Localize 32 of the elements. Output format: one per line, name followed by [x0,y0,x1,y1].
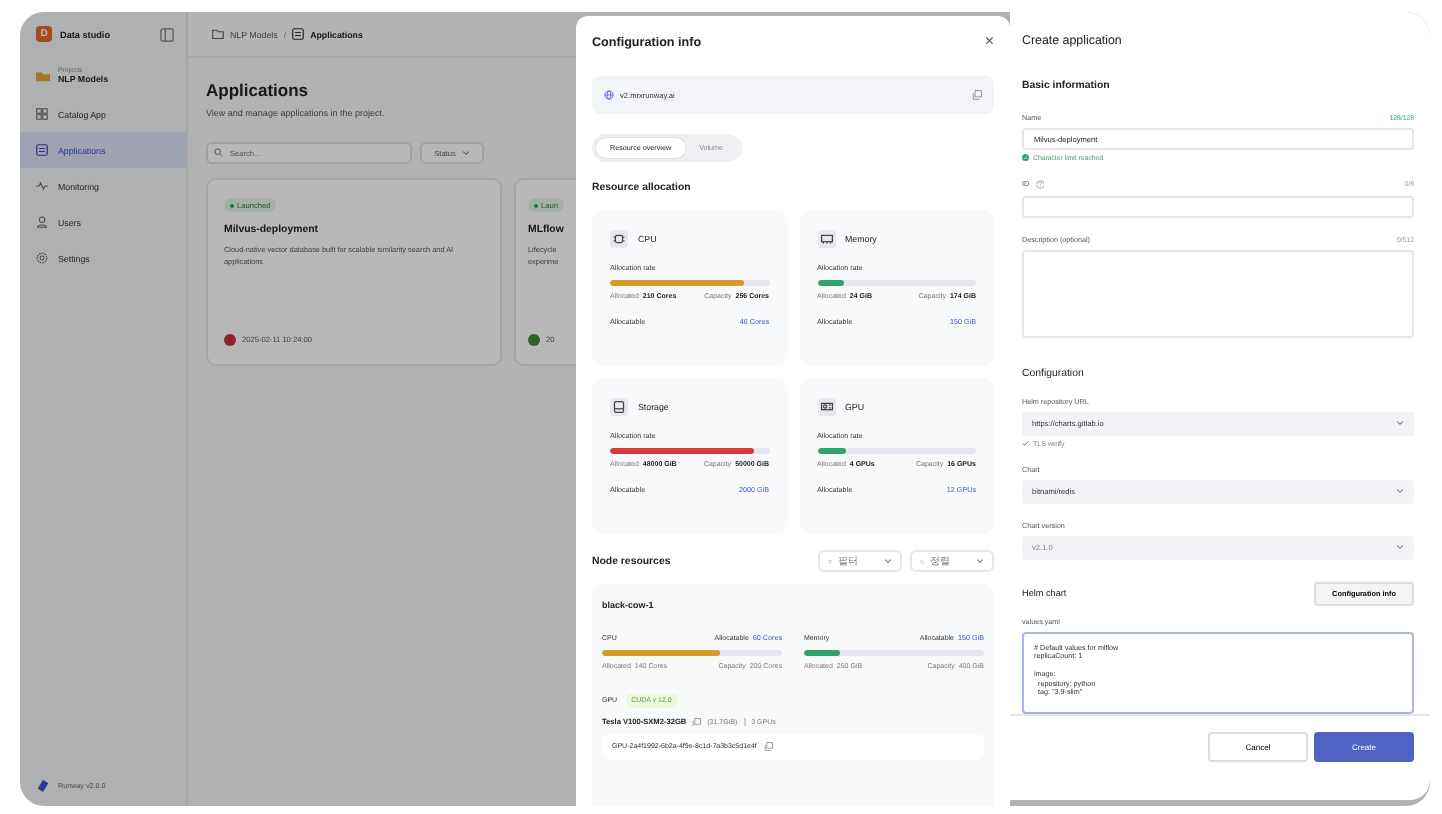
folder-icon [36,69,50,81]
user-icon [36,216,48,228]
settings-icon [36,252,48,264]
chevron-down-icon [1396,488,1404,494]
drive-icon [610,398,628,416]
copy-icon[interactable] [764,742,774,751]
description-field[interactable] [1022,249,1414,337]
copy-icon[interactable] [972,90,982,100]
memory-icon [817,230,835,248]
globe-icon [604,90,614,100]
window-icon [292,28,305,40]
gpu-icon [817,398,835,416]
pulse-icon [36,180,48,192]
search-icon [214,148,223,158]
window-icon [36,144,48,156]
chevron-down-icon [976,558,984,564]
folder-icon [212,28,224,40]
sidebar-toggle-icon[interactable] [160,27,174,41]
close-button[interactable]: × [984,34,994,50]
check-icon[interactable] [1022,439,1029,447]
help-icon[interactable] [1035,180,1045,189]
chevron-down-icon [1396,420,1404,426]
copy-icon[interactable] [692,717,702,726]
page-title: Applications [206,78,311,102]
chevron-down-icon [461,150,470,156]
grid-icon [36,108,48,120]
chevron-down-icon [1396,544,1404,550]
chevron-down-icon [884,558,892,564]
check-circle-icon [1022,154,1029,162]
app-logo-icon [36,778,50,792]
id-field[interactable] [1022,195,1414,217]
chip-icon [610,230,628,248]
